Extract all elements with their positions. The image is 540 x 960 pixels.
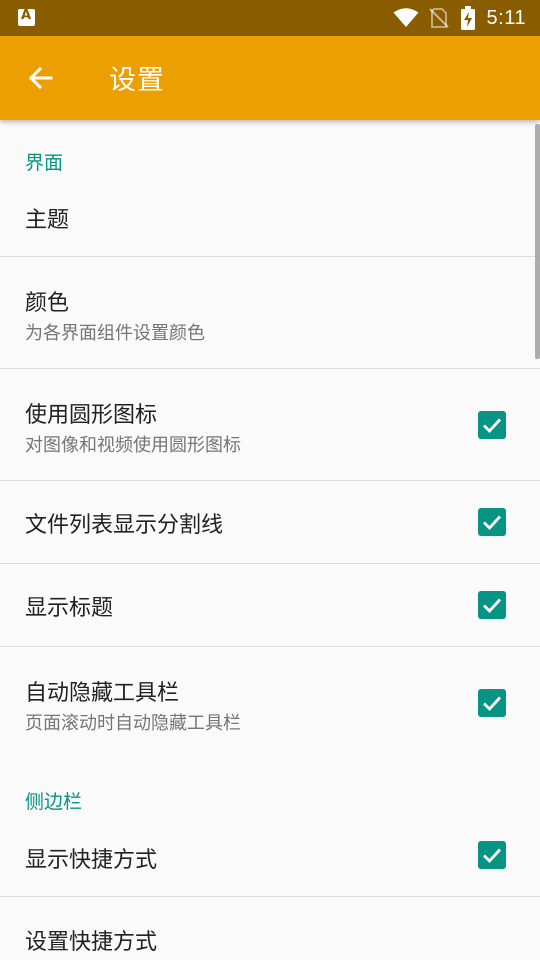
file-list-dividers-checkbox[interactable] bbox=[478, 508, 506, 536]
show-title-checkbox[interactable] bbox=[478, 591, 506, 619]
battery-charging-icon bbox=[460, 6, 475, 30]
settings-item-title: 自动隐藏工具栏 bbox=[25, 681, 180, 706]
settings-item-show-shortcuts[interactable]: 显示快捷方式 bbox=[0, 816, 540, 896]
settings-item-title: 显示快捷方式 bbox=[25, 848, 158, 873]
arrow-back-icon bbox=[28, 66, 53, 90]
settings-item-subtitle: 页面滚动时自动隐藏工具栏 bbox=[25, 713, 241, 734]
check-icon bbox=[483, 696, 502, 712]
round-icons-checkbox[interactable] bbox=[478, 411, 506, 439]
wifi-icon bbox=[393, 8, 419, 27]
app-bar: 设置 bbox=[0, 36, 540, 120]
settings-item-color[interactable]: 颜色 为各界面组件设置颜色 bbox=[0, 257, 540, 368]
settings-item-set-shortcuts[interactable]: 设置快捷方式 bbox=[0, 897, 540, 960]
scrollbar[interactable] bbox=[535, 124, 540, 359]
settings-item-title: 主题 bbox=[25, 208, 70, 233]
back-button[interactable] bbox=[20, 57, 62, 99]
settings-item-title: 使用圆形图标 bbox=[25, 403, 158, 428]
settings-item-autohide-toolbar[interactable]: 自动隐藏工具栏 页面滚动时自动隐藏工具栏 bbox=[0, 647, 540, 758]
settings-item-title: 文件列表显示分割线 bbox=[25, 513, 224, 538]
settings-item-subtitle: 为各界面组件设置颜色 bbox=[25, 323, 205, 344]
settings-item-title: 颜色 bbox=[25, 291, 70, 316]
check-icon bbox=[483, 598, 502, 614]
settings-item-file-list-dividers[interactable]: 文件列表显示分割线 bbox=[0, 481, 540, 563]
status-time: 5:11 bbox=[486, 6, 526, 29]
settings-item-theme[interactable]: 主题 bbox=[0, 180, 540, 256]
check-icon bbox=[483, 515, 502, 531]
settings-item-title: 显示标题 bbox=[25, 596, 114, 621]
autohide-toolbar-checkbox[interactable] bbox=[478, 689, 506, 717]
status-bar: 5:11 bbox=[0, 0, 540, 36]
status-icons: 5:11 bbox=[393, 0, 526, 36]
section-header-interface: 界面 bbox=[25, 152, 64, 174]
settings-item-subtitle: 对图像和视频使用圆形图标 bbox=[25, 435, 241, 456]
section-header-sidebar: 侧边栏 bbox=[25, 791, 83, 813]
settings-item-round-icons[interactable]: 使用圆形图标 对图像和视频使用圆形图标 bbox=[0, 369, 540, 480]
settings-item-title: 设置快捷方式 bbox=[25, 930, 158, 955]
check-icon bbox=[483, 848, 502, 864]
settings-item-show-title[interactable]: 显示标题 bbox=[0, 564, 540, 646]
settings-list: 界面 主题 颜色 为各界面组件设置颜色 使用圆形图标 对图像和视频使用圆形图标 … bbox=[0, 120, 540, 960]
no-sim-icon bbox=[428, 8, 449, 28]
app-notification-icon bbox=[18, 8, 35, 26]
page-title: 设置 bbox=[109, 65, 165, 96]
check-icon bbox=[483, 418, 502, 434]
show-shortcuts-checkbox[interactable] bbox=[478, 841, 506, 869]
